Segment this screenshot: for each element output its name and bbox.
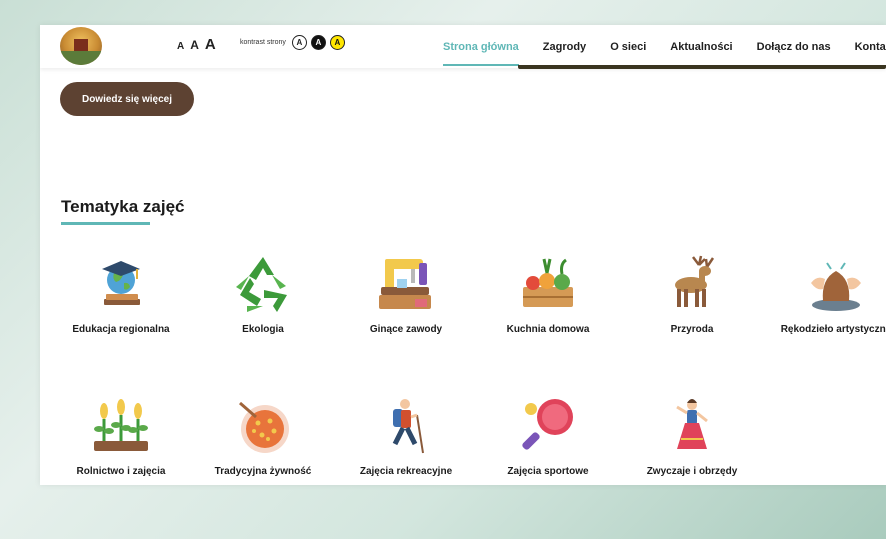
pottery-icon [811,262,861,311]
contrast-label: kontrast strony [240,39,286,46]
topic-label: Edukacja regionalna [72,324,170,335]
learn-more-button[interactable]: Dowiedz się więcej [60,82,194,116]
topic-ekologia[interactable]: Ekologia [198,253,328,337]
vegetable-crate-icon [523,258,573,307]
topic-zajecia-rekreacyjne[interactable]: Zajęcia rekreacyjne [341,395,471,479]
topic-label: Tradycyjna żywność [214,466,312,477]
topic-kuchnia-domowa[interactable]: Kuchnia domowa [483,253,613,337]
section-title: Tematyka zajęć [61,197,185,216]
topic-label: Rolnictwo i zajęcia [76,466,166,477]
topic-rolnictwo[interactable]: Rolnictwo i zajęcia [56,395,186,479]
nav-o-sieci[interactable]: O sieci [598,25,658,68]
topic-label: Przyroda [670,324,714,335]
soup-bowl-icon [239,401,289,453]
sewing-machine-icon [379,259,431,309]
logo-hill [60,51,102,65]
nav-home[interactable]: Strona główna [431,25,531,68]
topic-label: Ginące zawody [369,324,443,335]
font-size-small-button[interactable]: A [177,41,184,52]
contrast-dark-button[interactable]: A [310,35,326,50]
topic-przyroda[interactable]: Przyroda [627,253,757,337]
site-logo[interactable] [60,27,102,65]
hero-image-edge [518,65,886,69]
topic-label: Rękodzieło artystyczne [780,324,886,335]
site-header: A A A kontrast strony A A A Strona główn… [40,25,886,68]
topic-label: Zajęcia rekreacyjne [359,466,453,477]
nav-zagrody[interactable]: Zagrody [531,25,598,68]
topic-label: Kuchnia domowa [506,324,590,335]
font-size-controls: A A A [177,36,216,53]
graduation-globe-icon [102,261,140,305]
contrast-yellow-button[interactable]: A [329,35,345,50]
contrast-default-button[interactable]: A [291,35,307,50]
font-size-medium-button[interactable]: A [190,38,199,52]
crops-icon [94,399,148,451]
nav-kontakt[interactable]: Kontakt [843,25,886,68]
contrast-controls: kontrast strony A A A [240,35,345,50]
deer-icon [675,255,715,307]
folk-dancer-icon [676,399,708,449]
hiker-icon [392,399,424,454]
topic-label: Ekologia [242,324,284,335]
topic-ginace-zawody[interactable]: Ginące zawody [341,253,471,337]
main-nav: Strona główna Zagrody O sieci Aktualnośc… [431,25,886,68]
recycle-icon [236,257,287,312]
nav-dolacz[interactable]: Dołącz do nas [745,25,843,68]
title-underline [61,222,150,225]
font-size-large-button[interactable]: A [205,36,216,53]
topic-zwyczaje[interactable]: Zwyczaje i obrzędy [627,395,757,479]
browser-viewport: A A A kontrast strony A A A Strona główn… [40,25,886,485]
ping-pong-icon [522,399,573,450]
topic-label: Zwyczaje i obrzędy [646,466,738,477]
topic-zajecia-sportowe[interactable]: Zajęcia sportowe [483,395,613,479]
topic-label: Zajęcia sportowe [507,466,589,477]
nav-aktualnosci[interactable]: Aktualności [658,25,744,68]
logo-barn [74,39,88,51]
topic-rekodzielo[interactable]: Rękodzieło artystyczne [771,253,886,337]
topic-edukacja-regionalna[interactable]: Edukacja regionalna [56,253,186,337]
topic-tradycyjna-zywnosc[interactable]: Tradycyjna żywność [198,395,328,479]
